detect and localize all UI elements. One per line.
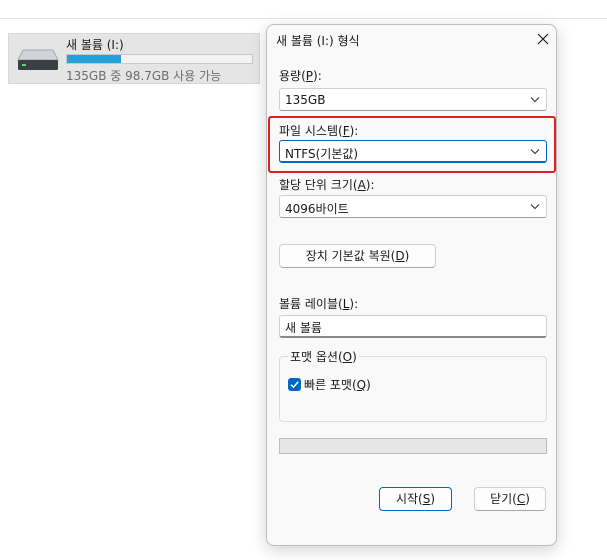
chevron-down-icon bbox=[530, 97, 540, 103]
allocation-size-value: 4096바이트 bbox=[285, 202, 349, 216]
checkmark-icon bbox=[290, 381, 299, 389]
drive-name: 새 볼륨 (I:) bbox=[66, 38, 124, 52]
file-system-highlight-box bbox=[268, 116, 556, 173]
drive-tile-i[interactable]: 새 볼륨 (I:) 135GB 중 98.7GB 사용 가능 bbox=[8, 33, 260, 84]
hard-drive-icon bbox=[17, 49, 59, 70]
capacity-value: 135GB bbox=[285, 93, 326, 107]
drive-usage-fill bbox=[67, 55, 121, 63]
explorer-top-divider bbox=[0, 18, 607, 19]
capacity-select[interactable]: 135GB bbox=[279, 88, 547, 111]
capacity-label: 용량(P): bbox=[279, 69, 322, 83]
format-progress-bar bbox=[279, 438, 547, 454]
format-dialog: 새 볼륨 (I:) 형식 용량(P): 135GB 파일 시스템(F): NTF… bbox=[266, 24, 557, 546]
allocation-size-select[interactable]: 4096바이트 bbox=[279, 195, 547, 218]
drive-free-space: 135GB 중 98.7GB 사용 가능 bbox=[66, 69, 222, 83]
close-button[interactable]: 닫기(C) bbox=[474, 487, 546, 511]
start-button[interactable]: 시작(S) bbox=[379, 487, 452, 511]
quick-format-checkbox[interactable] bbox=[288, 378, 301, 391]
allocation-size-label: 할당 단위 크기(A): bbox=[279, 178, 375, 192]
volume-label-input[interactable]: 새 볼륨 bbox=[279, 315, 547, 338]
quick-format-label[interactable]: 빠른 포맷(Q) bbox=[304, 376, 371, 393]
restore-defaults-button[interactable]: 장치 기본값 복원(D) bbox=[279, 244, 436, 268]
volume-label-value: 새 볼륨 bbox=[285, 321, 322, 335]
close-icon[interactable] bbox=[534, 30, 552, 48]
volume-label-label: 볼륨 레이블(L): bbox=[279, 297, 359, 311]
chevron-down-icon bbox=[530, 204, 540, 210]
format-options-group: 포맷 옵션(O) 빠른 포맷(Q) bbox=[279, 348, 547, 422]
drive-usage-bar bbox=[66, 54, 253, 64]
format-options-legend: 포맷 옵션(O) bbox=[288, 348, 359, 365]
dialog-title: 새 볼륨 (I:) 형식 bbox=[276, 34, 360, 48]
